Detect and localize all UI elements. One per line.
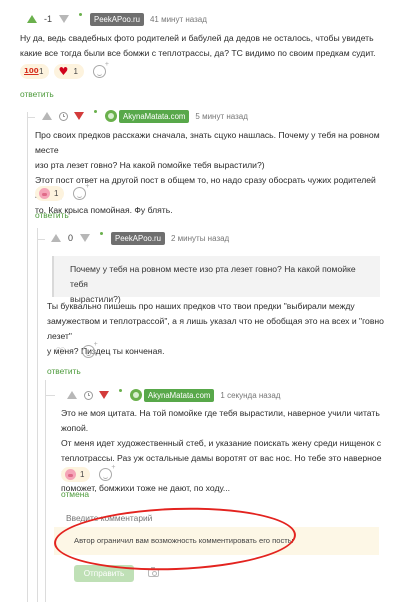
- thread-connector: [27, 117, 35, 118]
- online-indicator-icon: [94, 110, 97, 113]
- author-nick[interactable]: PeekAPoo.ru: [90, 12, 144, 26]
- text-line: Ты буквально пишешь про наших предков чт…: [47, 301, 355, 311]
- upvote-icon[interactable]: [51, 234, 61, 242]
- quote-line: Почему у тебя на ровном месте изо рта ле…: [70, 264, 356, 289]
- downvote-icon[interactable]: [80, 234, 91, 242]
- online-indicator-icon: [119, 389, 122, 392]
- author-nick[interactable]: AkynaMatata.com: [144, 388, 215, 402]
- author-nick[interactable]: AkynaMatata.com: [119, 109, 190, 123]
- pig-icon: [39, 188, 50, 199]
- comment-text: Ты буквально пишешь про наших предков чт…: [47, 299, 392, 359]
- heart-icon: ♥: [58, 65, 69, 78]
- reaction-count: 1: [80, 470, 85, 479]
- comment-time[interactable]: 5 минут назад: [195, 112, 248, 121]
- text-line: Это не моя цитата. На той помойке где те…: [61, 408, 380, 433]
- text-line: изо рта лезет говно? На какой помойке те…: [35, 160, 265, 170]
- comment-header: 0 PeekAPoo.ru 2 минуты назад: [51, 231, 229, 245]
- comment-header: -1 PeekAPoo.ru 41 минут назад: [27, 12, 207, 26]
- add-reaction-icon[interactable]: [73, 183, 90, 200]
- comment-time[interactable]: 41 минут назад: [150, 15, 207, 24]
- reaction-count: 1: [54, 189, 59, 198]
- cancel-link[interactable]: отмена: [61, 489, 89, 499]
- comment-text: Это не моя цитата. На той помойке где те…: [61, 406, 391, 496]
- add-reaction-icon[interactable]: [99, 464, 116, 481]
- downvote-icon[interactable]: [59, 15, 70, 23]
- reactions-bar: 1: [61, 464, 116, 482]
- online-indicator-icon: [100, 232, 104, 235]
- reaction-count: 1: [39, 67, 44, 76]
- reaction-pig[interactable]: 1: [35, 186, 65, 201]
- comment-score: -1: [44, 14, 53, 24]
- author-nick[interactable]: PeekAPoo.ru: [111, 231, 165, 245]
- quote-block: Почему у тебя на ровном месте изо рта ле…: [52, 256, 380, 304]
- reply-link[interactable]: ответить: [47, 366, 81, 376]
- reaction-heart[interactable]: ♥ 1: [54, 64, 84, 79]
- online-indicator-icon: [79, 13, 83, 16]
- comment-header: AkynaMatata.com 5 минут назад: [42, 109, 248, 123]
- reactions-bar: ♡: [55, 341, 98, 358]
- comment-score: 0: [68, 233, 74, 243]
- upvote-icon[interactable]: [67, 391, 77, 399]
- send-button[interactable]: Отправить: [74, 565, 134, 582]
- reply-link[interactable]: ответить: [20, 89, 54, 99]
- downvote-icon[interactable]: [74, 112, 84, 120]
- reactions-bar: 100 1 ♥ 1: [20, 61, 109, 79]
- reactions-bar: 1: [35, 183, 90, 201]
- reaction-count: 1: [73, 67, 78, 76]
- emoji-100-icon: 100: [24, 67, 39, 75]
- upvote-icon[interactable]: [42, 112, 52, 120]
- comment-text: Ну да, ведь свадебных фото родителей и б…: [20, 33, 376, 58]
- text-line: то. Как крыса помойная. Фу блять.: [35, 205, 173, 215]
- reaction-100[interactable]: 100 1: [20, 64, 50, 79]
- text-line: поможет, бомжихи тоже не дают, по ходу..…: [61, 483, 231, 493]
- thread-connector: [45, 395, 55, 396]
- clock-icon: [59, 111, 68, 121]
- text-line: у меня? Пиздец ты конченая.: [47, 346, 165, 356]
- avatar[interactable]: [105, 110, 117, 122]
- comment-time[interactable]: 1 секунда назад: [220, 391, 280, 400]
- downvote-icon[interactable]: [99, 391, 109, 399]
- thread-line: [27, 112, 28, 602]
- thread-connector: [37, 239, 45, 240]
- comment-time[interactable]: 2 минуты назад: [171, 234, 229, 243]
- clock-icon: [84, 390, 93, 400]
- reply-link[interactable]: ответить: [35, 210, 69, 220]
- text-line: Про своих предков расскажи сначала, знат…: [35, 130, 380, 155]
- thread-line: [37, 228, 38, 602]
- pig-icon: [65, 469, 76, 480]
- reaction-pig[interactable]: 1: [61, 467, 91, 482]
- comment-input[interactable]: [66, 509, 366, 527]
- add-reaction-icon[interactable]: [81, 341, 98, 358]
- text-line: замужеством и теплотрассой", а я лишь ук…: [47, 316, 384, 341]
- camera-icon[interactable]: [148, 567, 159, 577]
- add-reaction-icon[interactable]: [92, 61, 109, 78]
- upvote-icon[interactable]: [27, 15, 37, 23]
- comment-header: AkynaMatata.com 1 секунда назад: [67, 388, 280, 402]
- avatar[interactable]: [130, 389, 142, 401]
- like-heart-icon[interactable]: ♡: [55, 346, 66, 358]
- text-line: От меня идет художественный стеб, и указ…: [61, 438, 382, 448]
- reply-form: Автор ограничил вам возможность комменти…: [54, 503, 379, 593]
- comment-text: Про своих предков расскажи сначала, знат…: [35, 128, 390, 218]
- thread-line: [45, 380, 46, 602]
- restriction-notice: Автор ограничил вам возможность комменти…: [54, 527, 379, 555]
